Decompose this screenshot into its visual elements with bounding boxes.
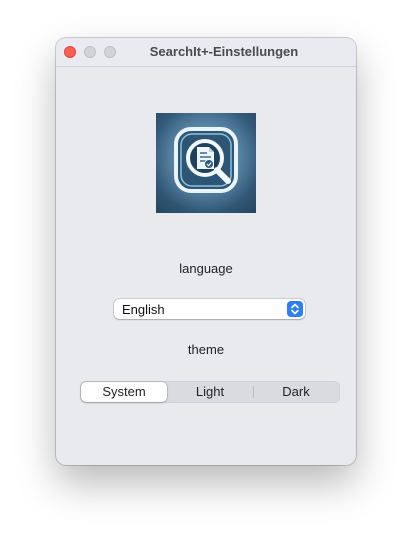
chevron-updown-icon	[287, 301, 303, 317]
theme-label: theme	[187, 342, 225, 357]
language-select[interactable]: English	[114, 299, 305, 319]
language-select-value: English	[122, 302, 165, 317]
theme-option-dark[interactable]: Dark	[253, 382, 339, 402]
title-bar[interactable]: SearchIt+-Einstellungen	[56, 38, 356, 67]
language-label: language	[179, 261, 233, 276]
theme-option-light[interactable]: Light	[167, 382, 253, 402]
theme-option-system[interactable]: System	[81, 382, 167, 402]
search-document-app-icon	[156, 113, 256, 213]
window-title: SearchIt+-Einstellungen	[149, 44, 299, 59]
theme-segmented-control[interactable]: System Light Dark	[80, 381, 340, 403]
settings-window: SearchIt+-Einstellungen language English…	[56, 38, 356, 465]
